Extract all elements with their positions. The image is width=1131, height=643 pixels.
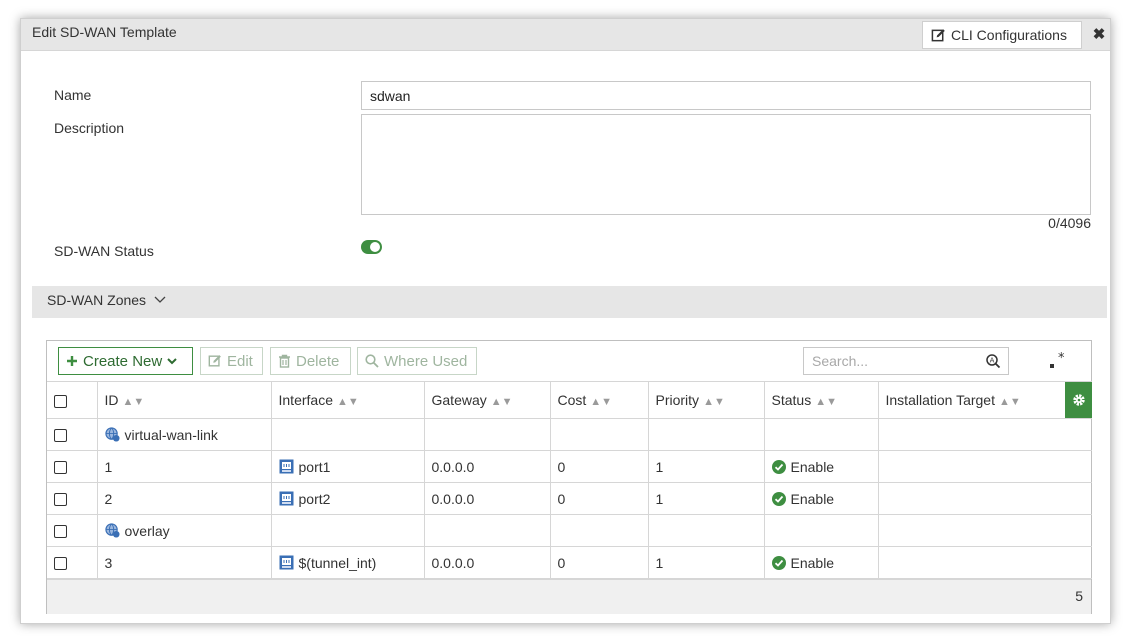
column-header-gateway[interactable]: Gateway ▲▼: [423, 381, 551, 419]
sort-icon: ▲▼: [336, 396, 359, 408]
status-value: Enable: [790, 490, 835, 507]
close-icon[interactable]: ✖: [1090, 25, 1108, 45]
edit-icon: [931, 28, 945, 41]
edit-icon: [208, 355, 221, 367]
edit-button[interactable]: Edit: [200, 347, 263, 375]
priority-value: 1: [647, 546, 765, 579]
search-icon: [365, 354, 379, 368]
gateway-value: 0.0.0.0: [423, 546, 551, 579]
member-id: 2: [96, 482, 272, 515]
interface-name: $(tunnel_int): [298, 554, 377, 571]
row-checkbox[interactable]: [54, 429, 67, 443]
create-new-label: Create New: [83, 352, 163, 370]
zone-name: virtual-wan-link: [124, 426, 218, 443]
zone-name: overlay: [124, 522, 170, 539]
column-header-status[interactable]: Status ▲▼: [763, 381, 879, 419]
row-checkbox[interactable]: [54, 557, 67, 571]
name-input[interactable]: [361, 81, 1091, 110]
status-value: Enable: [790, 458, 835, 475]
edit-label: Edit: [227, 352, 253, 370]
table-row[interactable]: 2 port2 0.0.0.0 0 1 Enable: [47, 482, 1092, 515]
char-counter: 0/4096: [1048, 215, 1091, 231]
sort-icon: ▲▼: [122, 396, 145, 408]
select-all-checkbox[interactable]: [54, 394, 67, 408]
member-id: 3: [96, 546, 272, 579]
column-header-id[interactable]: ID ▲▼: [96, 381, 272, 419]
column-header-priority[interactable]: Priority ▲▼: [647, 381, 765, 419]
column-settings-button[interactable]: [1065, 382, 1092, 418]
plus-icon: [67, 356, 77, 366]
description-textarea[interactable]: [361, 114, 1091, 215]
column-header-cost[interactable]: Cost ▲▼: [549, 381, 649, 419]
cli-configurations-label: CLI Configurations: [951, 27, 1067, 43]
name-label: Name: [54, 87, 92, 103]
interface-name: port2: [298, 490, 331, 507]
total-count: 5: [1075, 588, 1083, 604]
cost-value: 0: [549, 482, 649, 515]
search-input[interactable]: [803, 347, 1009, 375]
sdwan-zones-grid: Create New Edit Delete Where Used Search…: [46, 340, 1092, 614]
interface-port-icon: [279, 555, 293, 570]
check-circle-icon: [771, 491, 786, 506]
column-header-interface[interactable]: Interface ▲▼: [270, 381, 425, 419]
gateway-value: 0.0.0.0: [423, 450, 551, 483]
dialog-titlebar: Edit SD-WAN Template CLI Configurations …: [21, 19, 1110, 51]
dialog-title: Edit SD-WAN Template: [32, 24, 177, 40]
sdwan-zone-icon: [104, 427, 120, 442]
status-value: Enable: [790, 554, 835, 571]
where-used-label: Where Used: [384, 352, 468, 370]
grid-toolbar: Create New Edit Delete Where Used Search…: [47, 341, 1091, 381]
edit-sdwan-template-dialog: Edit SD-WAN Template CLI Configurations …: [20, 18, 1111, 624]
interface-name: port1: [298, 458, 331, 475]
sdwan-zones-section-header[interactable]: SD-WAN Zones: [32, 286, 1107, 318]
svg-text:A: A: [990, 357, 995, 365]
grid-footer: 5: [47, 579, 1091, 614]
description-label: Description: [54, 120, 125, 136]
cost-value: 0: [549, 546, 649, 579]
sdwan-status-toggle[interactable]: [361, 240, 382, 254]
create-new-button[interactable]: Create New: [58, 347, 193, 375]
gear-icon: [1072, 394, 1085, 406]
toggle-knob: [370, 242, 380, 252]
member-id: 1: [96, 450, 272, 483]
select-all-cell[interactable]: [47, 381, 98, 419]
sort-icon: ▲▼: [815, 396, 837, 408]
priority-value: 1: [647, 482, 765, 515]
check-circle-icon: [771, 555, 786, 570]
sort-icon: ▲▼: [490, 396, 513, 408]
interface-port-icon: [279, 491, 293, 506]
gateway-value: 0.0.0.0: [423, 482, 551, 515]
sort-icon: ▲▼: [998, 396, 1021, 408]
table-row[interactable]: overlay: [47, 514, 1092, 547]
column-header-installation-target[interactable]: Installation Target ▲▼: [877, 381, 1092, 419]
table-row[interactable]: virtual-wan-link: [47, 418, 1092, 451]
sort-icon: ▲▼: [703, 396, 725, 408]
sdwan-zone-icon: [104, 523, 120, 538]
where-used-button[interactable]: Where Used: [357, 347, 477, 375]
svg-text:*: *: [1058, 351, 1065, 366]
cli-configurations-button[interactable]: CLI Configurations: [922, 21, 1082, 49]
check-circle-icon: [771, 459, 786, 474]
cost-value: 0: [549, 450, 649, 483]
search-icon[interactable]: A: [985, 353, 1001, 369]
priority-value: 1: [647, 450, 765, 483]
table-row[interactable]: 1 port1 0.0.0.0 0 1 Enable: [47, 450, 1092, 483]
row-checkbox[interactable]: [54, 525, 67, 539]
delete-button[interactable]: Delete: [270, 347, 351, 375]
row-checkbox[interactable]: [54, 461, 67, 475]
zones-table: ID ▲▼ Interface ▲▼ Gateway ▲▼ Cost ▲▼ Priori…: [47, 381, 1092, 579]
sdwan-zones-title: SD-WAN Zones: [47, 292, 147, 308]
row-checkbox[interactable]: [54, 493, 67, 507]
table-row[interactable]: 3 $(tunnel_int) 0.0.0.0 0 1 Enable: [47, 546, 1092, 579]
regex-search-icon[interactable]: *: [1047, 351, 1067, 371]
chevron-down-icon: [154, 296, 166, 303]
interface-port-icon: [279, 459, 293, 474]
trash-icon: [279, 354, 290, 368]
delete-label: Delete: [296, 352, 340, 370]
chevron-down-icon: [167, 357, 177, 364]
table-header-row: ID ▲▼ Interface ▲▼ Gateway ▲▼ Cost ▲▼ Priori…: [47, 381, 1092, 419]
sort-icon: ▲▼: [590, 396, 613, 408]
sdwan-status-label: SD-WAN Status: [54, 243, 154, 259]
